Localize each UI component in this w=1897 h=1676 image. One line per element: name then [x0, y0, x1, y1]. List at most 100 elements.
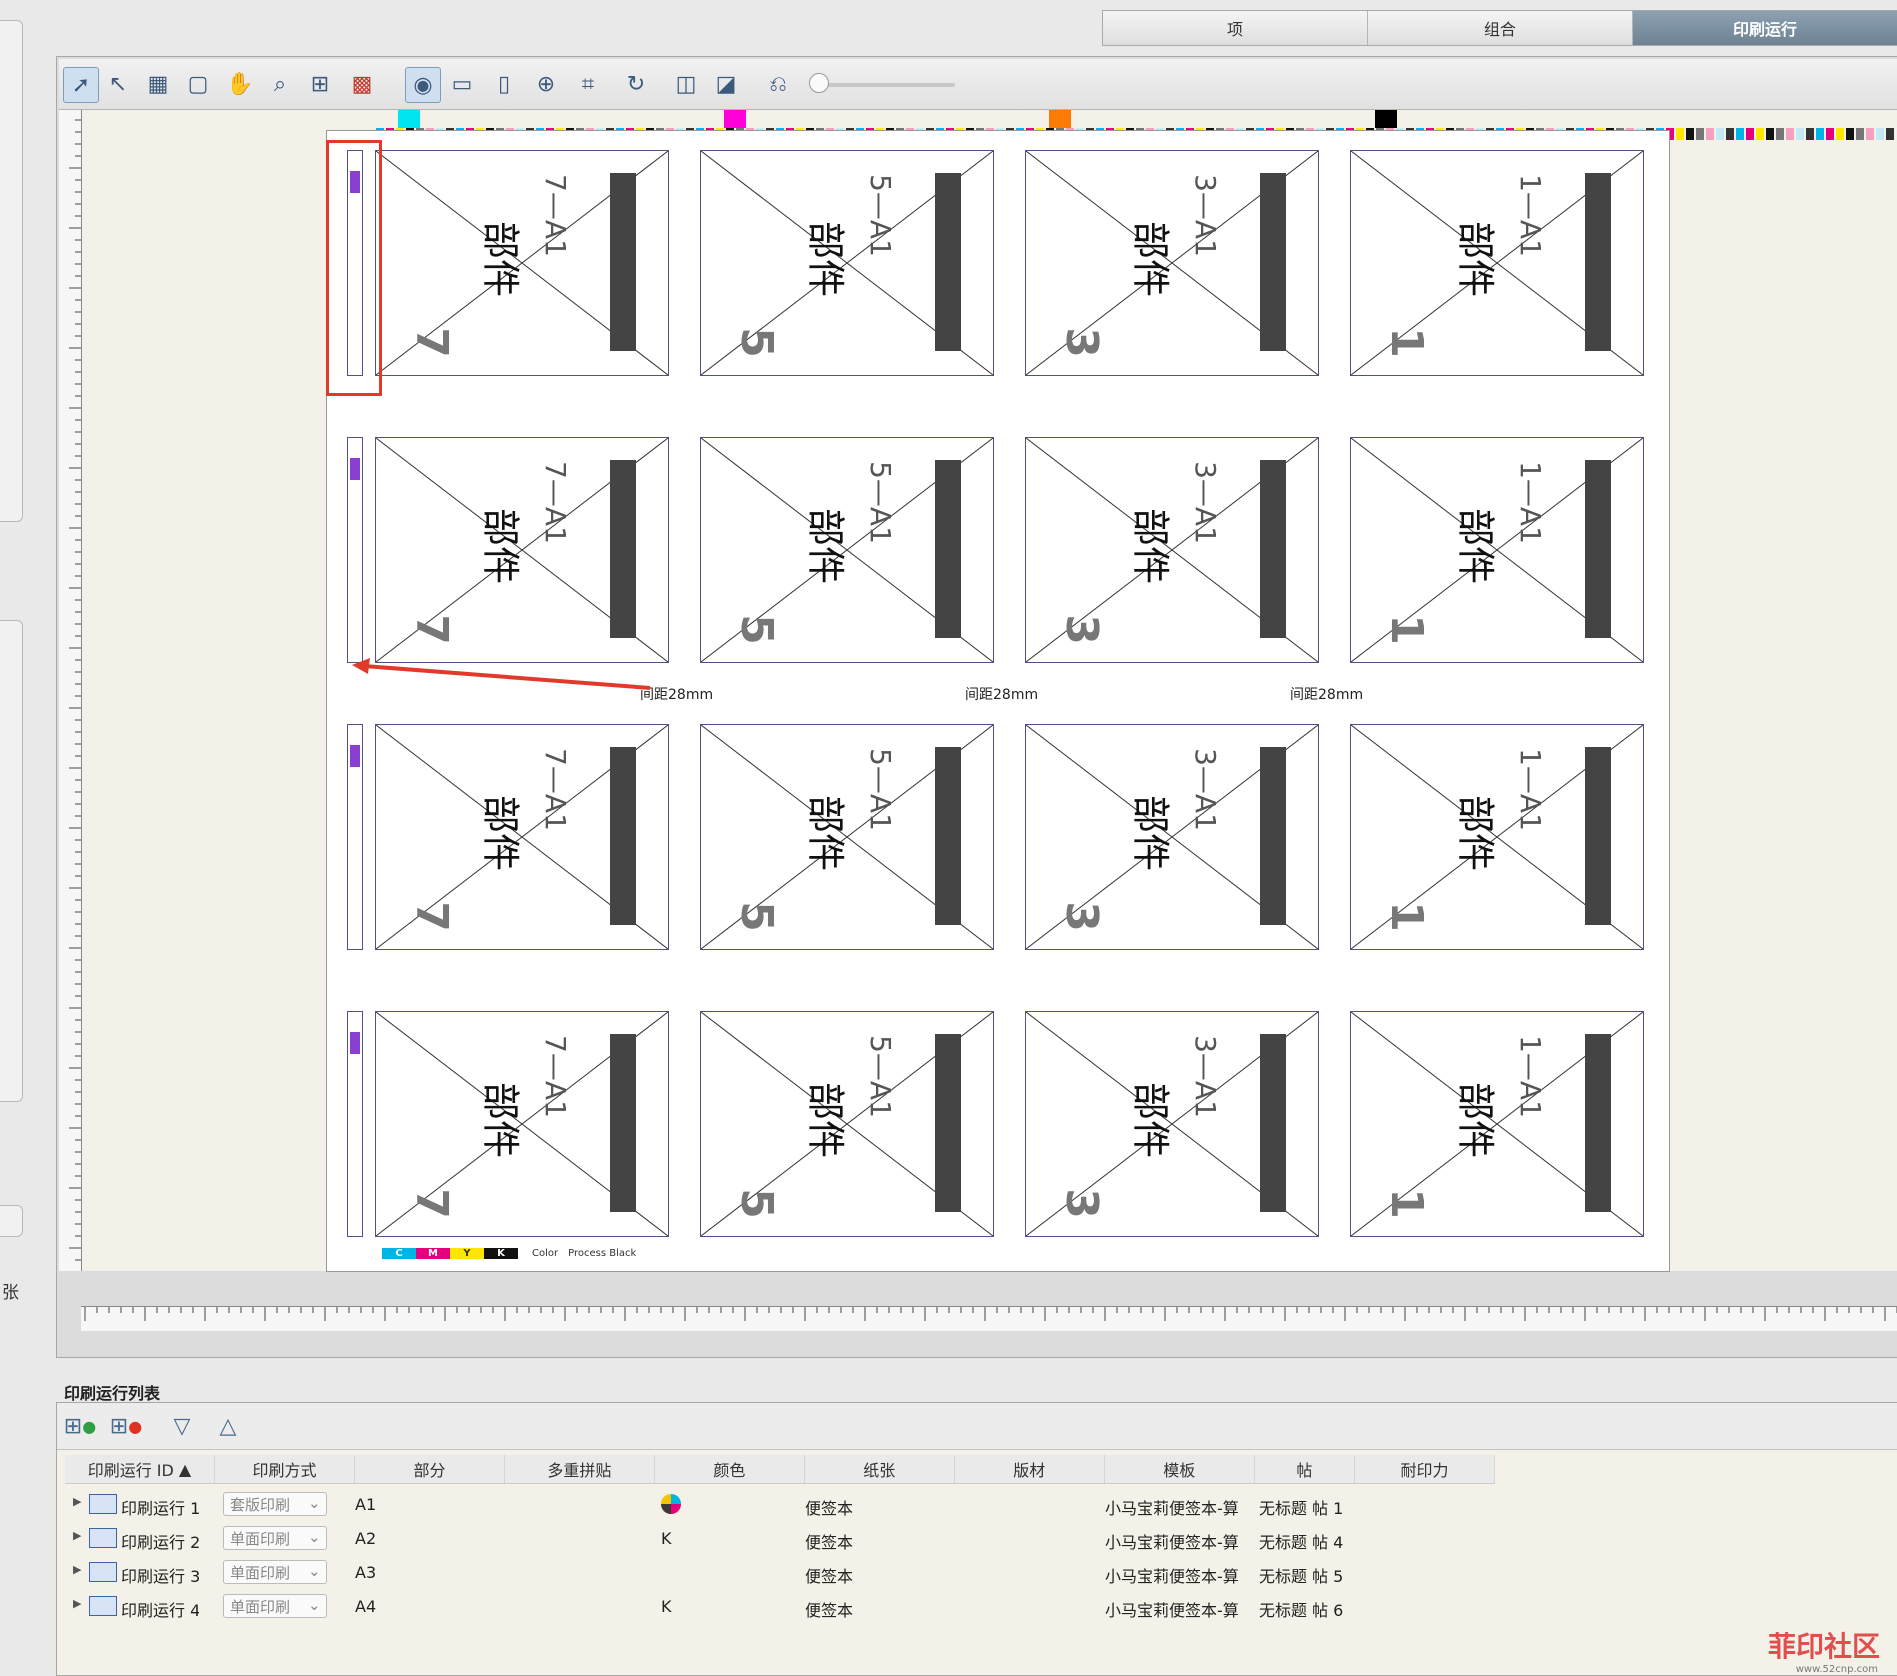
page-cell[interactable]: 部件 5—A1 5: [700, 724, 994, 950]
page-cell[interactable]: 部件 5—A1 5: [700, 437, 994, 663]
method-dropdown[interactable]: 单面印刷 ⌄: [223, 1594, 327, 1618]
move-down-icon[interactable]: ▽: [163, 1409, 201, 1443]
page-cell[interactable]: 部件 7—A1 7: [375, 437, 669, 663]
colorbar-patch: [1716, 128, 1724, 140]
ruler-icon[interactable]: ▭: [445, 67, 479, 101]
horizontal-ruler-ticks: [84, 1307, 1897, 1321]
method-dropdown[interactable]: 单面印刷 ⌄: [223, 1560, 327, 1584]
col-color[interactable]: 颜色: [655, 1455, 805, 1483]
spine-bar: [935, 460, 961, 638]
layout-icon[interactable]: ⊞: [303, 67, 337, 101]
vertical-ruler-ticks: [69, 119, 81, 1261]
table-row[interactable]: ▶ 印刷运行 4 单面印刷 ⌄ A4 K 便签本 小马宝莉便签本-算 无标题 帖 6: [65, 1591, 1495, 1621]
watermark: 菲印社区: [1767, 1630, 1880, 1663]
expand-icon[interactable]: ▶: [73, 1529, 81, 1542]
col-multiup[interactable]: 多重拼贴: [505, 1455, 655, 1483]
rotate-icon[interactable]: ↻: [619, 67, 653, 101]
add-run-icon[interactable]: ⊞ ●: [61, 1409, 99, 1443]
page-icon[interactable]: ▢: [181, 67, 215, 101]
page-cell[interactable]: 部件 5—A1 5: [700, 150, 994, 376]
col-signature[interactable]: 帖: [1255, 1455, 1355, 1483]
page-cell[interactable]: 部件 3—A1 3: [1025, 1011, 1319, 1237]
split-icon[interactable]: ⌗: [571, 67, 605, 101]
cell-page-number: 5: [730, 614, 782, 645]
tab-combine[interactable]: 组合: [1368, 11, 1633, 45]
col-part[interactable]: 部分: [355, 1455, 505, 1483]
zoom-icon[interactable]: ⌕: [263, 67, 297, 101]
left-panel-middle: [0, 620, 23, 1102]
page-cell[interactable]: 部件 1—A1 1: [1350, 437, 1644, 663]
paper: 便签本: [805, 1601, 854, 1620]
expand-icon[interactable]: ▶: [73, 1597, 81, 1610]
col-plate[interactable]: 版材: [955, 1455, 1105, 1483]
col-paper[interactable]: 纸张: [805, 1455, 955, 1483]
color-patch-black: [1375, 110, 1397, 128]
hand-icon[interactable]: ✋: [223, 67, 257, 101]
tab-items[interactable]: 项: [1103, 11, 1368, 45]
table-row[interactable]: ▶ 印刷运行 3 单面印刷 ⌄ A3 便签本 小马宝莉便签本-算 无标题 帖 5: [65, 1557, 1495, 1587]
legend-y: Y: [450, 1248, 484, 1259]
cell-code: 1—A1: [1513, 461, 1547, 544]
page-cell[interactable]: 部件 3—A1 3: [1025, 437, 1319, 663]
template: 小马宝莉便签本-算: [1105, 1567, 1239, 1586]
select-arrow-icon[interactable]: ↖: [101, 67, 135, 101]
pointer-arrow-icon[interactable]: ➚: [63, 67, 99, 103]
spine-strip: [347, 1011, 363, 1237]
grid-page-icon[interactable]: ▦: [141, 67, 175, 101]
col-durability[interactable]: 耐印力: [1355, 1455, 1495, 1483]
delete-run-icon[interactable]: ⊞ ●: [107, 1409, 145, 1443]
sheet-icon[interactable]: ▯: [487, 67, 521, 101]
page-cell[interactable]: 部件 5—A1 5: [700, 1011, 994, 1237]
cell-page-number: 7: [405, 901, 457, 932]
vertical-ruler: [59, 110, 82, 1271]
colorbar-patch: [1846, 128, 1854, 140]
undo-icon[interactable]: ⎌: [761, 67, 795, 101]
table-row[interactable]: ▶ 印刷运行 1 套版印刷 ⌄ A1 便签本 小马宝莉便签本-算 无标题 帖 1: [65, 1489, 1495, 1519]
tab-print-run[interactable]: 印刷运行: [1633, 11, 1897, 45]
method-dropdown[interactable]: 单面印刷 ⌄: [223, 1526, 327, 1550]
page-cell[interactable]: 部件 3—A1 3: [1025, 150, 1319, 376]
zoom-slider-knob[interactable]: [809, 73, 829, 93]
cell-label: 部件: [1453, 1081, 1498, 1159]
run-id: 印刷运行 1: [121, 1499, 199, 1518]
color-layout-icon[interactable]: ▩: [345, 67, 379, 101]
page-cell[interactable]: 部件 7—A1 7: [375, 150, 669, 376]
colorbar-patch: [1746, 128, 1754, 140]
col-method[interactable]: 印刷方式: [215, 1455, 355, 1483]
col-template[interactable]: 模板: [1105, 1455, 1255, 1483]
page-cell[interactable]: 部件 7—A1 7: [375, 724, 669, 950]
cell-label: 部件: [803, 507, 848, 585]
crosshair-icon[interactable]: ⊕: [529, 67, 563, 101]
cell-label: 部件: [1128, 1081, 1173, 1159]
cell-code: 5—A1: [863, 1035, 897, 1118]
expand-icon[interactable]: ▶: [73, 1563, 81, 1576]
cell-code: 3—A1: [1188, 174, 1222, 257]
table-row[interactable]: ▶ 印刷运行 2 单面印刷 ⌄ A2 K 便签本 小马宝莉便签本-算 无标题 帖 4: [65, 1523, 1495, 1553]
zoom-slider-track[interactable]: [815, 83, 955, 87]
color-patch-orange: [1049, 110, 1071, 128]
spine-mark: [350, 745, 360, 767]
legend-process-black: Process Black: [568, 1248, 637, 1259]
spine-mark: [350, 1032, 360, 1054]
align-icon[interactable]: ◫: [669, 67, 703, 101]
run-list-toolbar: ⊞ ● ⊞ ● ▽ △: [57, 1403, 1897, 1450]
align2-icon[interactable]: ◪: [709, 67, 743, 101]
cell-label: 部件: [1453, 220, 1498, 298]
page-cell[interactable]: 部件 1—A1 1: [1350, 724, 1644, 950]
colorbar-patch: [1726, 128, 1734, 140]
move-up-icon[interactable]: △: [209, 1409, 247, 1443]
color-wheel-icon: [659, 1492, 683, 1520]
page-cell[interactable]: 部件 1—A1 1: [1350, 150, 1644, 376]
signature: 无标题 帖 4: [1259, 1533, 1344, 1552]
page-cell[interactable]: 部件 7—A1 7: [375, 1011, 669, 1237]
expand-icon[interactable]: ▶: [73, 1495, 81, 1508]
run-list-panel: ⊞ ● ⊞ ● ▽ △ 印刷运行 ID ▲ 印刷方式 部分 多重拼贴 颜色 纸张 版…: [56, 1402, 1897, 1676]
signature: 无标题 帖 6: [1259, 1601, 1344, 1620]
col-run-id[interactable]: 印刷运行 ID ▲: [65, 1455, 215, 1483]
page-cell[interactable]: 部件 3—A1 3: [1025, 724, 1319, 950]
eye-icon[interactable]: ◉: [405, 67, 441, 103]
part: A3: [355, 1563, 377, 1582]
method-dropdown[interactable]: 套版印刷 ⌄: [223, 1492, 327, 1516]
spine-strip: [347, 437, 363, 663]
cell-page-number: 1: [1380, 614, 1432, 645]
